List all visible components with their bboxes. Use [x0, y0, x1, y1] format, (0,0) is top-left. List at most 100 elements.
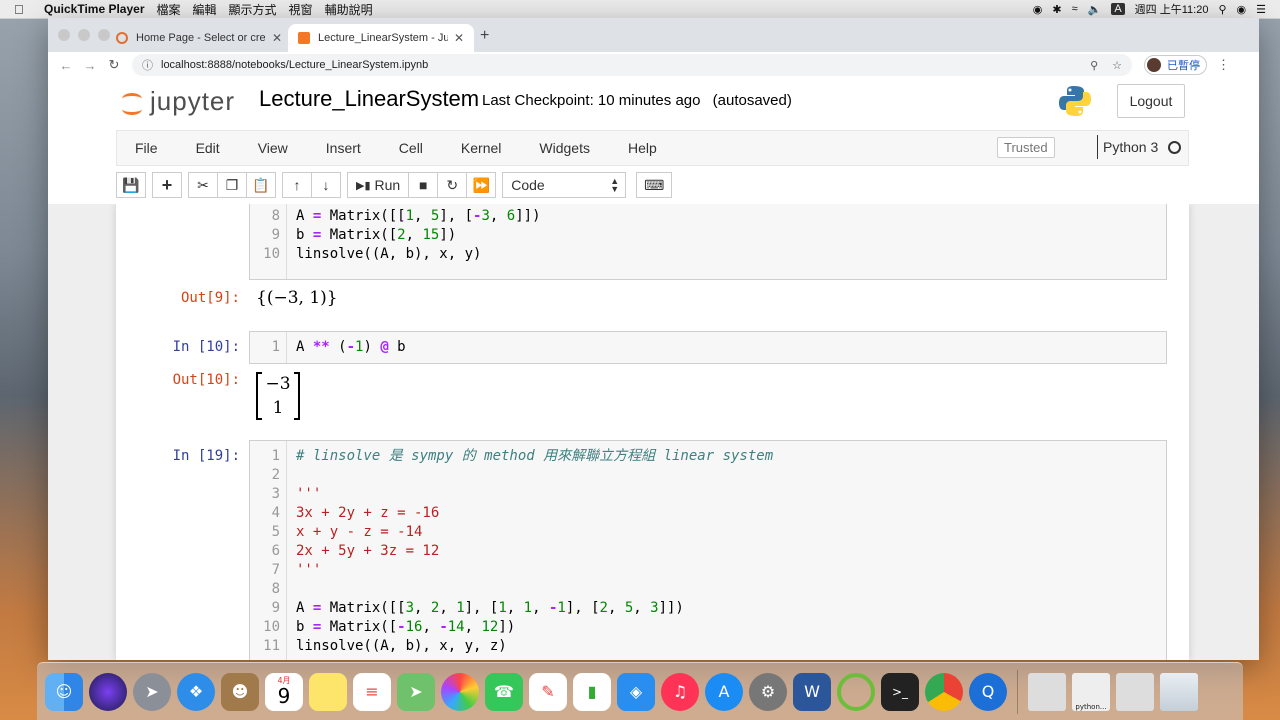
apple-menu-icon[interactable]: 	[14, 2, 30, 17]
minimize-window-button[interactable]	[78, 29, 90, 41]
launchpad-icon[interactable]: ➤	[133, 672, 171, 711]
more-menu-icon[interactable]: ⋮	[1217, 57, 1230, 73]
close-tab-icon[interactable]: ✕	[272, 31, 282, 45]
close-window-button[interactable]	[58, 29, 70, 41]
maps-icon[interactable]: ➤	[397, 672, 435, 711]
photos-icon[interactable]	[441, 672, 479, 711]
tab-strip: Home Page - Select or create a ✕ Lecture…	[48, 18, 1259, 52]
restart-button[interactable]: ↻	[437, 172, 468, 198]
menu-cell[interactable]: Cell	[399, 140, 423, 156]
output-prompt: Out[10]:	[172, 372, 240, 388]
close-tab-icon[interactable]: ✕	[454, 31, 464, 45]
code-cell-input[interactable]: 1 # linsolve 是 sympy 的 method 用來解聯立方程組 li…	[249, 440, 1167, 660]
siri-icon[interactable]: ◉	[1237, 3, 1247, 16]
site-info-icon[interactable]: ⓘ	[142, 57, 153, 73]
cell-type-select[interactable]: Code ▲ ▼	[502, 172, 627, 198]
interrupt-button[interactable]: ■	[408, 172, 439, 198]
finder-icon[interactable]: ☺	[45, 672, 83, 711]
profile-label: 已暫停	[1167, 60, 1200, 72]
menu-app-name[interactable]: QuickTime Player	[44, 2, 145, 16]
address-bar-row: ← → ↻ ⓘ localhost:8888/notebooks/Lecture…	[48, 52, 1259, 79]
menu-widgets[interactable]: Widgets	[539, 140, 590, 156]
url-field[interactable]: ⓘ localhost:8888/notebooks/Lecture_Linea…	[132, 54, 1132, 76]
downloads-thumbnail[interactable]	[1116, 672, 1154, 711]
trash-icon[interactable]	[1160, 672, 1198, 711]
run-button[interactable]: ▶▮ Run	[347, 172, 410, 198]
restart-run-all-button[interactable]: ⏩	[466, 172, 497, 198]
new-tab-button[interactable]: +	[480, 27, 489, 45]
menu-kernel[interactable]: Kernel	[461, 140, 501, 156]
menu-help[interactable]: 輔助說明	[325, 1, 373, 18]
tab-home-page[interactable]: Home Page - Select or create a ✕	[106, 24, 292, 52]
notes-icon[interactable]	[309, 672, 347, 711]
move-up-button[interactable]: ↑	[282, 172, 312, 198]
terminal-icon[interactable]: >_	[881, 672, 919, 711]
news-icon[interactable]: ✎	[529, 672, 567, 711]
notebook-name[interactable]: Lecture_LinearSystem	[259, 86, 479, 112]
music-icon[interactable]: ♫	[661, 672, 699, 711]
menu-edit[interactable]: Edit	[196, 140, 220, 156]
reminders-icon[interactable]: ≡	[353, 672, 391, 711]
step-forward-icon: ▶▮	[356, 179, 371, 192]
insert-cell-button[interactable]: +	[152, 172, 182, 198]
bluetooth-icon[interactable]: ✱	[1052, 3, 1061, 16]
notebook-area[interactable]: 8A = Matrix([[1, 5], [-3, 6]]) 9b = Matr…	[48, 204, 1259, 660]
menu-window[interactable]: 視窗	[289, 1, 313, 18]
bookmark-star-icon[interactable]: ☆	[1112, 59, 1122, 72]
menu-file[interactable]: File	[135, 140, 158, 156]
app-store-icon[interactable]: A	[705, 672, 743, 711]
menu-view[interactable]: View	[258, 140, 288, 156]
input-method-indicator[interactable]: A	[1111, 3, 1125, 15]
python-window-thumbnail[interactable]: python...	[1072, 672, 1110, 711]
siri-icon[interactable]	[89, 672, 127, 711]
move-down-button[interactable]: ↓	[311, 172, 341, 198]
menu-help[interactable]: Help	[628, 140, 657, 156]
paste-button[interactable]: 📋	[246, 172, 276, 198]
left-bracket	[256, 372, 262, 420]
chrome-icon[interactable]	[925, 672, 963, 711]
logout-button[interactable]: Logout	[1117, 84, 1185, 118]
autosave-text: (autosaved)	[712, 92, 792, 109]
notebook-toolbar: 💾 + ✂ ❐ 📋 ↑ ↓ ▶▮ Run ■ ↻ ⏩ Code ▲ ▼ ⌨	[116, 170, 1189, 200]
system-preferences-icon[interactable]: ⚙	[749, 672, 787, 711]
menubar-clock[interactable]: 週四 上午11:20	[1135, 1, 1209, 17]
jupyter-logo[interactable]: jupyter	[120, 86, 235, 117]
checkpoint-text: Last Checkpoint: 10 minutes ago	[482, 92, 701, 109]
code-cell-input[interactable]: 8A = Matrix([[1, 5], [-3, 6]]) 9b = Matr…	[249, 204, 1167, 280]
cut-button[interactable]: ✂	[188, 172, 218, 198]
volume-icon[interactable]: 🔈	[1088, 3, 1102, 16]
calendar-icon[interactable]: 4月 9	[265, 672, 303, 711]
menu-view[interactable]: 顯示方式	[229, 1, 277, 18]
quicktime-icon[interactable]: Q	[969, 672, 1007, 711]
safari-icon[interactable]: ❖	[177, 672, 215, 711]
save-button[interactable]: 💾	[116, 172, 146, 198]
zoom-icon[interactable]: ⚲	[1090, 59, 1098, 72]
contacts-icon[interactable]: ☻	[221, 672, 259, 711]
reload-icon[interactable]: ↻	[102, 57, 126, 73]
code-cell-input[interactable]: 1A ** (-1) @ b	[249, 331, 1167, 364]
record-icon[interactable]: ◉	[1033, 3, 1043, 16]
word-icon[interactable]: W	[793, 672, 831, 711]
command-palette-button[interactable]: ⌨	[636, 172, 673, 198]
paste-icon: 📋	[252, 176, 270, 193]
document-thumbnail[interactable]	[1028, 672, 1066, 711]
input-prompt: In [10]:	[172, 339, 240, 355]
trusted-indicator[interactable]: Trusted	[997, 137, 1055, 158]
notification-center-icon[interactable]: ☰	[1256, 3, 1266, 16]
refresh-app-icon[interactable]	[837, 672, 875, 711]
tab-lecture-notebook[interactable]: Lecture_LinearSystem - Jupyter ✕	[288, 24, 474, 52]
menu-file[interactable]: 檔案	[157, 1, 181, 18]
menu-edit[interactable]: 編輯	[193, 1, 217, 18]
keynote-icon[interactable]: ◈	[617, 672, 655, 711]
profile-button[interactable]: 已暫停	[1144, 55, 1207, 75]
wifi-icon[interactable]: ≈	[1072, 3, 1078, 15]
facetime-icon[interactable]: ☎	[485, 672, 523, 711]
forward-arrow-icon[interactable]: →	[78, 58, 102, 73]
numbers-icon[interactable]: ▮	[573, 672, 611, 711]
copy-button[interactable]: ❐	[217, 172, 247, 198]
spotlight-icon[interactable]: ⚲	[1218, 3, 1226, 16]
menu-insert[interactable]: Insert	[326, 140, 361, 156]
macos-menubar:  QuickTime Player 檔案 編輯 顯示方式 視窗 輔助說明 ◉ …	[0, 0, 1280, 19]
window-controls	[58, 29, 110, 41]
back-arrow-icon[interactable]: ←	[54, 58, 78, 73]
